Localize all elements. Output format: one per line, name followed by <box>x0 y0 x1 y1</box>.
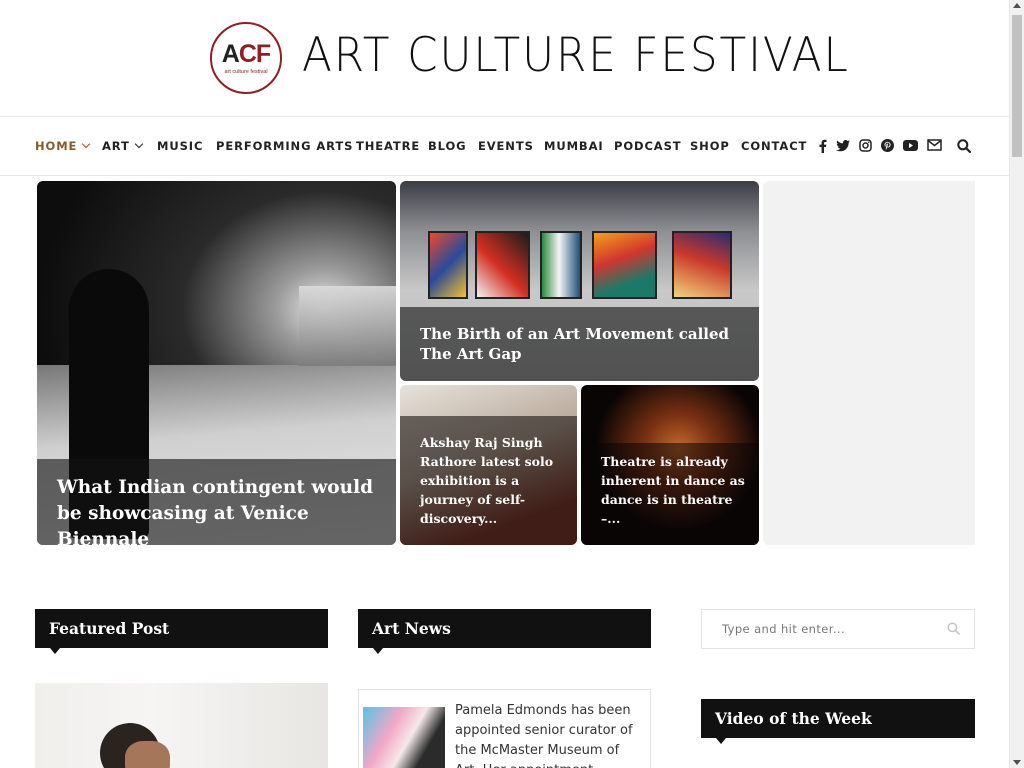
art-news-heading: Art News <box>358 609 651 654</box>
mail-icon[interactable] <box>927 139 942 151</box>
gallery-painting <box>592 231 657 299</box>
scrollbar-thumb[interactable] <box>1012 15 1022 157</box>
youtube-icon[interactable] <box>903 140 918 151</box>
gallery-painting <box>475 231 530 299</box>
nav-item-mumbai[interactable]: MUMBAI <box>544 139 604 153</box>
featured-image-face <box>125 741 170 768</box>
logo-mark-text: ACF <box>221 39 271 68</box>
hero-post-art-gap[interactable]: The Birth of an Art Movement called The … <box>400 181 759 381</box>
chevron-down-icon <box>134 139 144 149</box>
hero-post-akshay-rathore[interactable]: Akshay Raj Singh Rathore latest solo exh… <box>400 385 577 545</box>
post-title[interactable]: The Birth of an Art Movement called The … <box>420 324 740 364</box>
nav-item-contact[interactable]: CONTACT <box>741 139 807 153</box>
site-title[interactable]: ART CULTURE FESTIVAL <box>302 28 850 83</box>
post-title[interactable]: Theatre is already inherent in dance as … <box>601 452 746 528</box>
nav-item-label: ART <box>102 139 130 153</box>
gallery-painting <box>540 231 582 299</box>
nav-item-performing-arts[interactable]: PERFORMING ARTS <box>216 139 353 153</box>
nav-item-art[interactable]: ART <box>102 139 144 153</box>
site-logo[interactable]: ACF art culture festival <box>210 22 282 94</box>
nav-item-music[interactable]: MUSIC <box>157 139 203 153</box>
nav-item-label: HOME <box>35 139 78 153</box>
nav-item-events[interactable]: EVENTS <box>478 139 534 153</box>
search-icon[interactable] <box>957 139 971 153</box>
post-title[interactable]: Akshay Raj Singh Rathore latest solo exh… <box>420 433 570 528</box>
post-title[interactable]: What Indian contingent would be showcasi… <box>57 475 387 545</box>
gallery-painting <box>428 231 468 299</box>
site-header: ACF art culture festival ART CULTURE FES… <box>0 0 1009 117</box>
news-excerpt[interactable]: Pamela Edmonds has been appointed senior… <box>455 701 645 768</box>
hero-post-theatre-dance[interactable]: Theatre is already inherent in dance as … <box>581 385 759 545</box>
page-scrollbar[interactable] <box>1009 0 1024 768</box>
scroll-down-arrow-icon[interactable] <box>1013 760 1021 765</box>
featured-post-heading: Featured Post <box>35 609 328 654</box>
hero-post-venice-biennale[interactable]: What Indian contingent would be showcasi… <box>37 181 396 545</box>
art-news-card[interactable]: Pamela Edmonds has been appointed senior… <box>358 689 651 768</box>
nav-item-theatre[interactable]: THEATRE <box>356 139 420 153</box>
nav-item-blog[interactable]: BLOG <box>428 139 467 153</box>
nav-item-home[interactable]: HOME <box>35 139 91 153</box>
news-thumbnail[interactable] <box>363 707 445 768</box>
facebook-icon[interactable] <box>818 139 827 153</box>
search-input[interactable] <box>703 611 933 647</box>
nav-item-shop[interactable]: SHOP <box>690 139 730 153</box>
logo-subtitle: art culture festival <box>224 68 268 75</box>
featured-post-image[interactable] <box>35 683 328 768</box>
instagram-icon[interactable] <box>859 139 872 152</box>
sidebar-search <box>701 609 975 649</box>
gallery-painting <box>672 231 732 299</box>
hero-image-projection <box>299 286 396 366</box>
nav-item-podcast[interactable]: PODCAST <box>614 139 682 153</box>
chevron-down-icon <box>82 139 91 149</box>
twitter-icon[interactable] <box>836 140 850 152</box>
scroll-up-arrow-icon[interactable] <box>1013 3 1021 8</box>
video-of-the-week-heading: Video of the Week <box>701 699 975 744</box>
hero-post-placeholder <box>763 181 975 545</box>
search-icon[interactable] <box>947 622 960 635</box>
pinterest-icon[interactable] <box>881 139 894 152</box>
main-nav: HOME ART MUSIC PERFORMING ARTS THEATRE B… <box>0 118 1009 176</box>
